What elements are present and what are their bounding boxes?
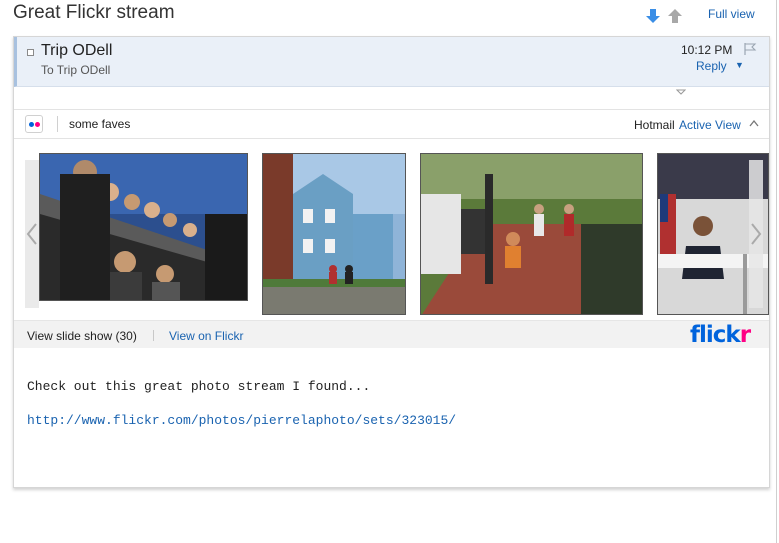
chevron-left-icon <box>26 223 37 245</box>
divider <box>153 330 154 341</box>
gallery-next-button[interactable] <box>749 160 763 308</box>
view-on-flickr-link[interactable]: View on Flickr <box>169 329 243 343</box>
photo-gallery <box>14 140 769 320</box>
embed-header: some faves Hotmail Active View <box>14 109 769 139</box>
flickr-pink-dot <box>35 122 40 127</box>
full-view-link[interactable]: Full view <box>708 7 755 21</box>
logo-text-pink: r <box>739 322 751 348</box>
photo-blue-house[interactable] <box>262 153 406 315</box>
flickr-logo[interactable]: flickr <box>690 322 751 348</box>
chevron-right-icon <box>751 223 762 245</box>
message-body-text: Check out this great photo stream I foun… <box>27 379 371 394</box>
active-view-link[interactable]: Active View <box>679 118 741 132</box>
embed-title: some faves <box>69 117 131 131</box>
flickr-blue-dot <box>29 122 34 127</box>
divider <box>57 116 58 132</box>
arrow-down-icon[interactable] <box>644 8 662 24</box>
photo-running-child[interactable] <box>420 153 643 315</box>
page-title: Great Flickr stream <box>13 2 175 23</box>
gallery-prev-button[interactable] <box>25 160 39 308</box>
gallery-footer: View slide show (30) View on Flickr flic… <box>14 320 769 348</box>
photo-crowd[interactable] <box>39 153 248 301</box>
flickr-icon <box>25 115 43 133</box>
logo-text-blue: flick <box>690 322 741 348</box>
select-checkbox[interactable] <box>27 49 34 56</box>
reply-options-icon[interactable]: ▼ <box>735 60 744 70</box>
message-body-link[interactable]: http://www.flickr.com/photos/pierrelapho… <box>27 413 456 428</box>
flag-icon[interactable] <box>743 42 757 56</box>
reply-button[interactable]: Reply <box>696 59 727 73</box>
scrollbar[interactable] <box>776 0 777 543</box>
message-card: Trip ODell To Trip ODell 10:12 PM Reply … <box>13 36 770 488</box>
chevron-up-icon[interactable] <box>749 120 759 127</box>
message-nav <box>644 8 684 24</box>
slideshow-link[interactable]: View slide show (30) <box>27 329 137 343</box>
arrow-up-icon[interactable] <box>666 8 684 24</box>
message-time: 10:12 PM <box>681 43 733 57</box>
sender-name[interactable]: Trip ODell <box>41 42 112 60</box>
message-header: Trip ODell To Trip ODell 10:12 PM Reply … <box>14 37 769 87</box>
chevron-down-icon[interactable] <box>676 89 686 95</box>
provider-label: Hotmail <box>634 118 675 132</box>
recipient-line: To Trip ODell <box>41 63 111 77</box>
